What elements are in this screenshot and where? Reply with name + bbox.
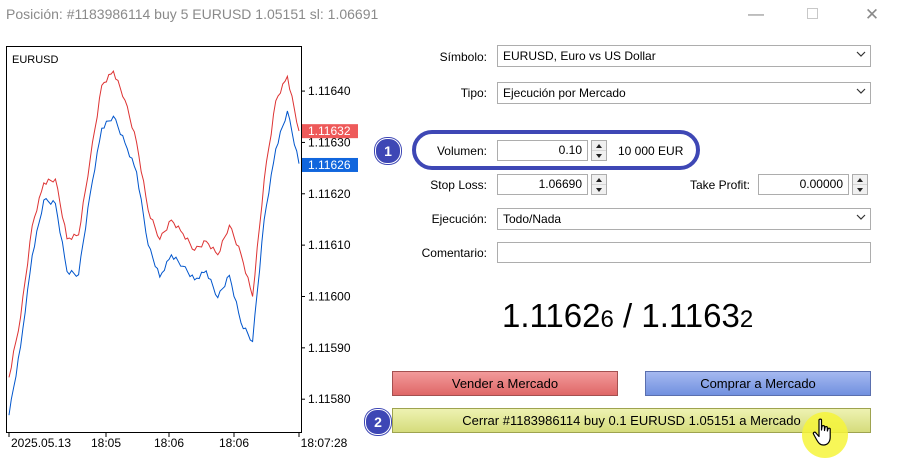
comment-label: Comentario: bbox=[421, 246, 487, 260]
x-tick-label: 2025.05.13 bbox=[11, 436, 71, 450]
maximize-icon bbox=[806, 8, 818, 19]
stop-loss-input[interactable]: 1.06690 bbox=[497, 174, 588, 195]
take-profit-down-button[interactable] bbox=[853, 185, 867, 195]
maximize-button[interactable] bbox=[792, 2, 832, 28]
chevron-down-icon bbox=[856, 51, 866, 57]
x-tick-label: 18:06 bbox=[219, 436, 249, 450]
ask-price-main: 1.1163 bbox=[641, 297, 740, 334]
plot-area-border bbox=[6, 46, 302, 433]
bid-price-fraction: 6 bbox=[600, 306, 614, 333]
x-tick-label: 18:05 bbox=[91, 436, 121, 450]
symbol-select[interactable]: EURUSD, Euro vs US Dollar bbox=[497, 45, 871, 67]
y-tick-label: 1.11620 bbox=[308, 187, 351, 201]
chevron-down-icon bbox=[856, 88, 866, 94]
comment-input[interactable] bbox=[497, 242, 871, 263]
ask-price-fraction: 2 bbox=[739, 306, 754, 333]
sell-market-button[interactable]: Vender a Mercado bbox=[392, 371, 618, 396]
type-value: Ejecución por Mercado bbox=[503, 86, 626, 100]
x-tick-label: 18:07:28 bbox=[301, 436, 348, 450]
execution-value: Todo/Nada bbox=[503, 212, 562, 226]
chart-canvas: EURUSD 1.116401.116301.116201.116101.116… bbox=[6, 46, 358, 450]
chart-symbol-label: EURUSD bbox=[12, 54, 59, 66]
arrow-down-icon bbox=[596, 188, 602, 192]
step-1-badge: 1 bbox=[375, 138, 401, 164]
step-2-badge: 2 bbox=[365, 409, 391, 435]
y-tick-label: 1.11610 bbox=[308, 238, 351, 252]
arrow-up-icon bbox=[857, 178, 863, 182]
arrow-down-icon bbox=[857, 188, 863, 192]
take-profit-label: Take Profit: bbox=[689, 178, 750, 192]
bid-ask-display: 1.11626 / 1.11632 bbox=[502, 297, 753, 335]
stop-loss-up-button[interactable] bbox=[592, 175, 606, 185]
take-profit-up-button[interactable] bbox=[853, 175, 867, 185]
execution-label: Ejecución: bbox=[431, 212, 487, 226]
tick-chart: EURUSD 1.11640 1.11630 1.11620 1.11610 1.116… bbox=[6, 46, 359, 450]
bid-price-main: 1.1162 bbox=[502, 297, 601, 334]
take-profit-stepper[interactable] bbox=[852, 174, 868, 195]
y-tick-label: 1.11600 bbox=[308, 289, 351, 303]
type-label: Tipo: bbox=[460, 86, 487, 100]
window-title: Posición: #1183986114 buy 5 EURUSD 1.051… bbox=[6, 6, 379, 22]
take-profit-input[interactable]: 0.00000 bbox=[758, 174, 849, 195]
symbol-label: Símbolo: bbox=[439, 50, 487, 64]
buy-market-button[interactable]: Comprar a Mercado bbox=[645, 371, 871, 396]
symbol-value: EURUSD, Euro vs US Dollar bbox=[503, 49, 656, 63]
y-tick-label: 1.11580 bbox=[308, 392, 351, 406]
ask-price-tag: 1.11632 bbox=[308, 124, 351, 138]
volume-highlight-ring bbox=[412, 130, 700, 170]
title-bar: Posición: #1183986114 buy 5 EURUSD 1.051… bbox=[0, 0, 897, 30]
arrow-up-icon bbox=[596, 178, 602, 182]
stop-loss-down-button[interactable] bbox=[592, 185, 606, 195]
stop-loss-label: Stop Loss: bbox=[430, 178, 487, 192]
y-tick-label: 1.11640 bbox=[308, 84, 351, 98]
bid-price-tag: 1.11626 bbox=[308, 158, 351, 172]
chevron-down-icon bbox=[856, 214, 866, 220]
hand-cursor-icon bbox=[812, 418, 831, 446]
minimize-button[interactable]: — bbox=[736, 2, 776, 28]
x-tick-label: 18:06 bbox=[154, 436, 184, 450]
price-separator: / bbox=[613, 297, 642, 334]
execution-select[interactable]: Todo/Nada bbox=[497, 208, 871, 230]
close-position-button[interactable]: Cerrar #1183986114 buy 0.1 EURUSD 1.0515… bbox=[392, 408, 871, 433]
y-tick-label: 1.11590 bbox=[308, 341, 351, 355]
type-select[interactable]: Ejecución por Mercado bbox=[497, 82, 871, 104]
stop-loss-stepper[interactable] bbox=[591, 174, 607, 195]
x-axis: 2025.05.13 18:05 18:06 18:06 18:07:28 bbox=[8, 433, 348, 450]
close-button[interactable]: ✕ bbox=[852, 2, 892, 28]
